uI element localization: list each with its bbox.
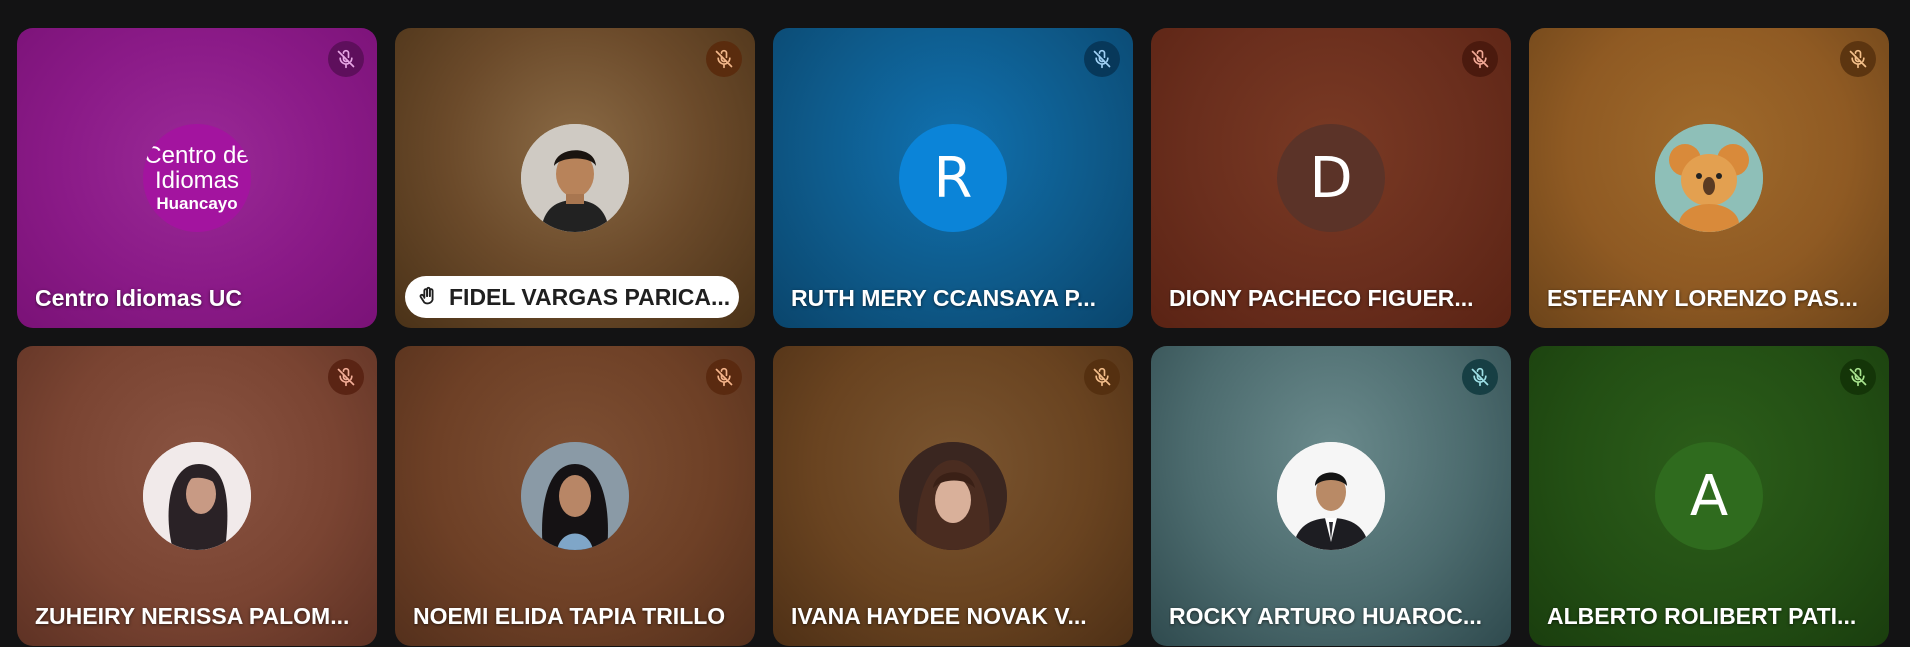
mic-off-icon (706, 359, 742, 395)
mic-off-icon (1084, 359, 1120, 395)
avatar-letter: D (1309, 145, 1353, 211)
participant-tile[interactable]: D DIONY PACHECO FIGUER... (1151, 28, 1511, 328)
letter-avatar: R (899, 124, 1007, 232)
koala-illustration-icon (1655, 124, 1763, 232)
participant-tile[interactable]: NOEMI ELIDA TAPIA TRILLO (395, 346, 755, 646)
letter-avatar: D (1277, 124, 1385, 232)
mic-off-icon (1840, 359, 1876, 395)
mic-off-icon (328, 359, 364, 395)
participant-photo (1277, 442, 1385, 550)
participant-photo (521, 442, 629, 550)
participant-photo (521, 124, 629, 232)
letter-avatar: A (1655, 442, 1763, 550)
participant-photo (899, 442, 1007, 550)
avatar-letter: R (933, 145, 973, 211)
mic-off-icon (1462, 41, 1498, 77)
logo-line-2: Idiomas (154, 167, 240, 195)
name-badge-hand-raised: FIDEL VARGAS PARICA... (405, 276, 739, 318)
participant-name: ESTEFANY LORENZO PAS... (1547, 285, 1858, 311)
participant-tile[interactable]: A ALBERTO ROLIBERT PATI... (1529, 346, 1889, 646)
participant-name: DIONY PACHECO FIGUER... (1169, 285, 1474, 311)
organization-logo: Centro de Idiomas Huancayo (143, 124, 251, 232)
participant-tile[interactable]: R RUTH MERY CCANSAYA P... (773, 28, 1133, 328)
mic-off-icon (1840, 41, 1876, 77)
logo-line-3: Huancayo (156, 194, 238, 214)
participant-name: Centro Idiomas UC (35, 285, 243, 311)
logo-line-1: Centro de (144, 141, 250, 169)
participant-name: ALBERTO ROLIBERT PATI... (1547, 603, 1857, 629)
participant-name: FIDEL VARGAS PARICA... (449, 283, 731, 310)
participant-tile[interactable]: FIDEL VARGAS PARICA... (395, 28, 755, 328)
mic-off-icon (328, 41, 364, 77)
mic-off-icon (706, 41, 742, 77)
participant-photo (143, 442, 251, 550)
participant-tile[interactable]: ROCKY ARTURO HUAROC... (1151, 346, 1511, 646)
participant-name: IVANA HAYDEE NOVAK V... (791, 603, 1087, 629)
participant-grid: Centro de Idiomas Huancayo Centro Idioma… (17, 28, 1889, 646)
raised-hand-icon (417, 286, 439, 308)
participant-tile[interactable]: Centro de Idiomas Huancayo Centro Idioma… (17, 28, 377, 328)
participant-tile[interactable]: ZUHEIRY NERISSA PALOM... (17, 346, 377, 646)
avatar-letter: A (1689, 463, 1729, 529)
participant-tile[interactable]: IVANA HAYDEE NOVAK V... (773, 346, 1133, 646)
participant-tile[interactable]: ESTEFANY LORENZO PAS... (1529, 28, 1889, 328)
participant-name: NOEMI ELIDA TAPIA TRILLO (413, 603, 726, 629)
participant-name: RUTH MERY CCANSAYA P... (791, 285, 1097, 311)
participant-name: ZUHEIRY NERISSA PALOM... (35, 603, 350, 629)
mic-off-icon (1084, 41, 1120, 77)
participant-name: ROCKY ARTURO HUAROC... (1169, 603, 1483, 629)
mic-off-icon (1462, 359, 1498, 395)
